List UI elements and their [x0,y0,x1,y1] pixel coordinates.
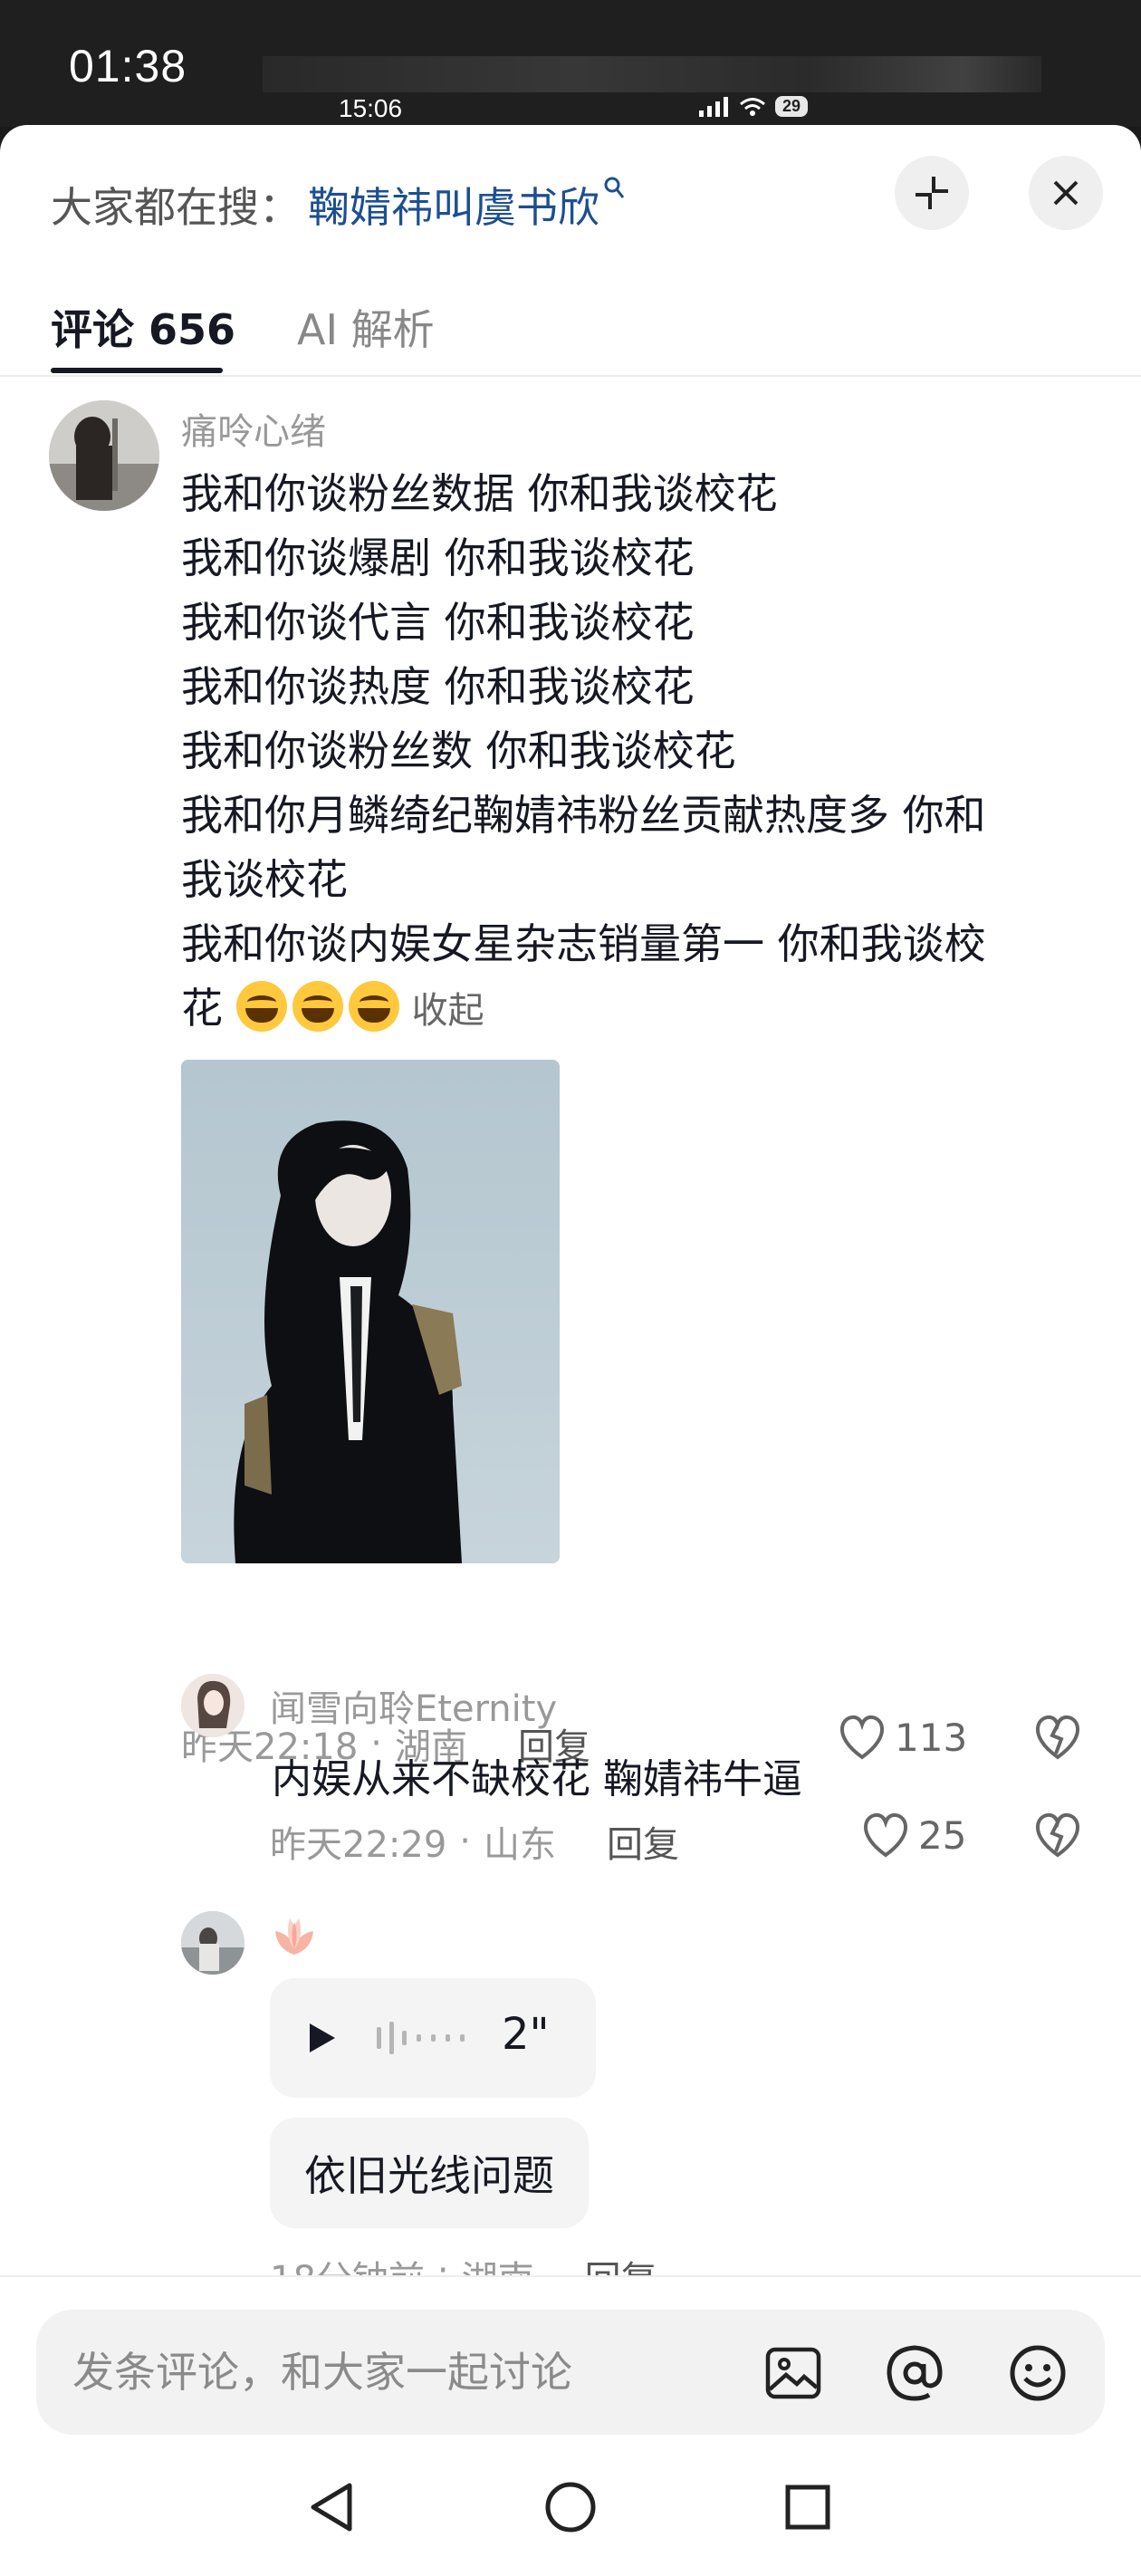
avatar[interactable] [181,1674,244,1737]
recent-apps-icon [785,2485,830,2530]
reply-text: 内娱从来不缺校花 鞠婧祎牛逼 [272,1756,802,1802]
nav-home-button[interactable] [534,2471,607,2543]
comment-tabs: 评论 656 AI 解析 [0,286,1141,377]
photo-portrait-image [181,1060,560,1563]
comment-text: 我和你谈粉丝数据 你和我谈校花 我和你谈爆剧 你和我谈校花 我和你谈代言 你和我… [181,462,1087,1043]
trending-search-row[interactable]: 大家都在搜： 鞠婧祎叫虞书欣 [51,159,627,250]
laugh-cry-emoji-icon [348,981,399,1032]
like-button[interactable]: 113 [837,1714,967,1761]
play-icon[interactable] [306,2020,339,2056]
comment-line: 我和你谈热度 你和我谈校花 [181,662,695,711]
home-icon [545,2482,596,2533]
like-count: 25 [918,1812,967,1858]
image-button[interactable] [761,2341,826,2406]
tab-ai-analysis[interactable]: AI 解析 [297,297,435,357]
dislike-button[interactable] [1032,1812,1083,1862]
comment-sheet: 大家都在搜： 鞠婧祎叫虞书欣 评论 656 AI 解析 痛呤心绪 我和你谈粉丝数… [0,125,1141,2576]
avatar-image [181,1674,244,1737]
emoji-button[interactable] [1005,2341,1070,2406]
nav-back-button[interactable] [295,2471,368,2543]
close-icon [1053,180,1079,206]
wifi-icon [740,97,765,116]
comment-photo[interactable] [181,1060,560,1563]
reply-username[interactable]: 闻雪向聆Eternity [270,1679,557,1732]
comment-input[interactable] [72,2310,761,2435]
nav-recent-button[interactable] [772,2471,844,2543]
avatar[interactable] [181,1911,244,1975]
outer-status-bar: 01:38 15:06 29 [0,0,1141,127]
minimize-button[interactable] [895,156,969,230]
emoji-icon [1010,2345,1066,2401]
dislike-button[interactable] [1032,1714,1083,1764]
system-nav-bar [0,2437,1141,2576]
collapse-button[interactable]: 收起 [412,990,484,1032]
reply-username-icon[interactable] [270,1913,319,1962]
comment-line: 我和你月鳞绮纪鞠婧祎粉丝贡献热度多 你和 [181,791,986,840]
trending-search-label: 大家都在搜： [51,183,301,232]
outer-status-time: 01:38 [69,41,187,91]
avatar[interactable] [49,400,159,511]
active-tab-indicator [51,368,223,373]
back-icon [311,2483,352,2532]
like-button[interactable]: 25 [860,1812,966,1859]
comment-line: 我和你谈代言 你和我谈校花 [181,598,695,647]
comment-line: 花 [181,984,223,1033]
comment-line: 我和你谈粉丝数据 你和我谈校花 [181,469,778,518]
comment-line: 我和你谈爆剧 你和我谈校花 [181,533,695,582]
signal-icon [699,96,728,117]
inner-status-icons: 29 [699,96,809,117]
minimize-icon [916,177,948,209]
like-count: 113 [895,1715,968,1760]
reply-meta: 昨天22:29 · 山东 回复 [270,1815,679,1868]
tab-comments[interactable]: 评论 656 [51,297,235,357]
phone-screen: 01:38 15:06 29 大家都在搜： 鞠婧祎叫虞书欣 评论 656 AI … [0,0,1141,2576]
avatar-image [49,400,159,511]
voice-message-bubble[interactable]: 2" [270,1978,596,2098]
heart-icon [864,1812,907,1858]
comment-line: 我谈校花 [181,855,348,904]
waveform-icon [377,2022,465,2054]
inner-status-time: 15:06 [339,94,403,122]
battery-indicator: 29 [775,96,809,117]
close-button[interactable] [1029,156,1103,230]
voice-duration: 2" [502,2009,550,2060]
trending-search-term[interactable]: 鞠婧祎叫虞书欣 [308,175,599,235]
heart-icon [840,1715,884,1760]
avatar-image [181,1911,244,1975]
comment-username[interactable]: 痛呤心绪 [181,402,326,455]
laugh-cry-emoji-icon [292,981,343,1032]
reply-button[interactable]: 回复 [607,1815,679,1868]
reply-time: 昨天22:29 [270,1824,447,1866]
meta-separator: · [459,1821,471,1862]
at-icon [887,2345,943,2401]
reply-location: 山东 [484,1824,556,1866]
comment-last-line: 花 收起 [181,976,1087,1043]
reply-text-bubble: 依旧光线问题 [270,2118,589,2228]
mention-button[interactable] [882,2341,947,2406]
search-icon [603,176,627,208]
comment-input-box[interactable] [36,2310,1105,2435]
comment-line: 我和你谈内娱女星杂志销量第一 你和我谈校 [181,919,986,968]
image-icon [765,2347,821,2399]
laugh-cry-emoji-icon [235,981,287,1032]
broken-heart-icon [1036,1812,1079,1858]
lotus-icon [275,1918,313,1955]
broken-heart-icon [1036,1715,1079,1760]
blurred-overlay [263,56,1041,92]
comment-line: 我和你谈粉丝数 你和我谈校花 [181,726,736,775]
